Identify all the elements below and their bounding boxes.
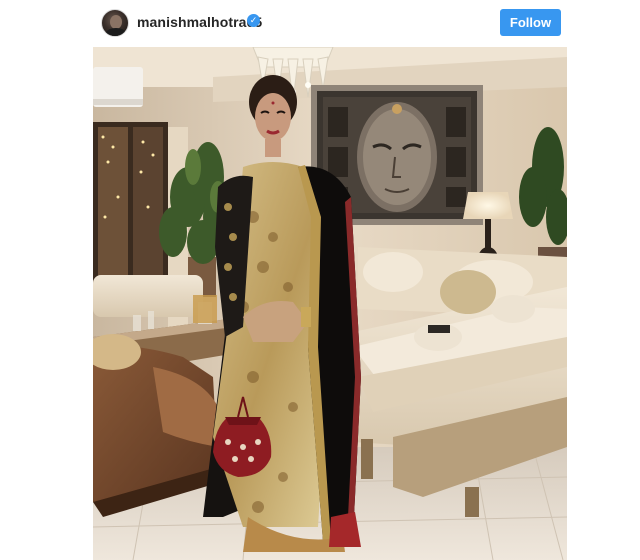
post-header: manishmalhotra05 ✓ Follow bbox=[0, 0, 640, 46]
air-conditioner bbox=[93, 67, 143, 107]
instagram-post: manishmalhotra05 ✓ Follow bbox=[0, 0, 640, 560]
avatar-face bbox=[110, 15, 122, 29]
sofa-back-left bbox=[93, 275, 203, 317]
username-link[interactable]: manishmalhotra05 bbox=[137, 14, 262, 30]
post-photo-illustration bbox=[93, 47, 567, 560]
post-photo[interactable] bbox=[93, 47, 567, 560]
avatar-body bbox=[105, 28, 127, 36]
verified-badge-icon: ✓ bbox=[247, 14, 260, 27]
follow-button[interactable]: Follow bbox=[500, 9, 561, 36]
profile-avatar[interactable] bbox=[101, 9, 129, 37]
